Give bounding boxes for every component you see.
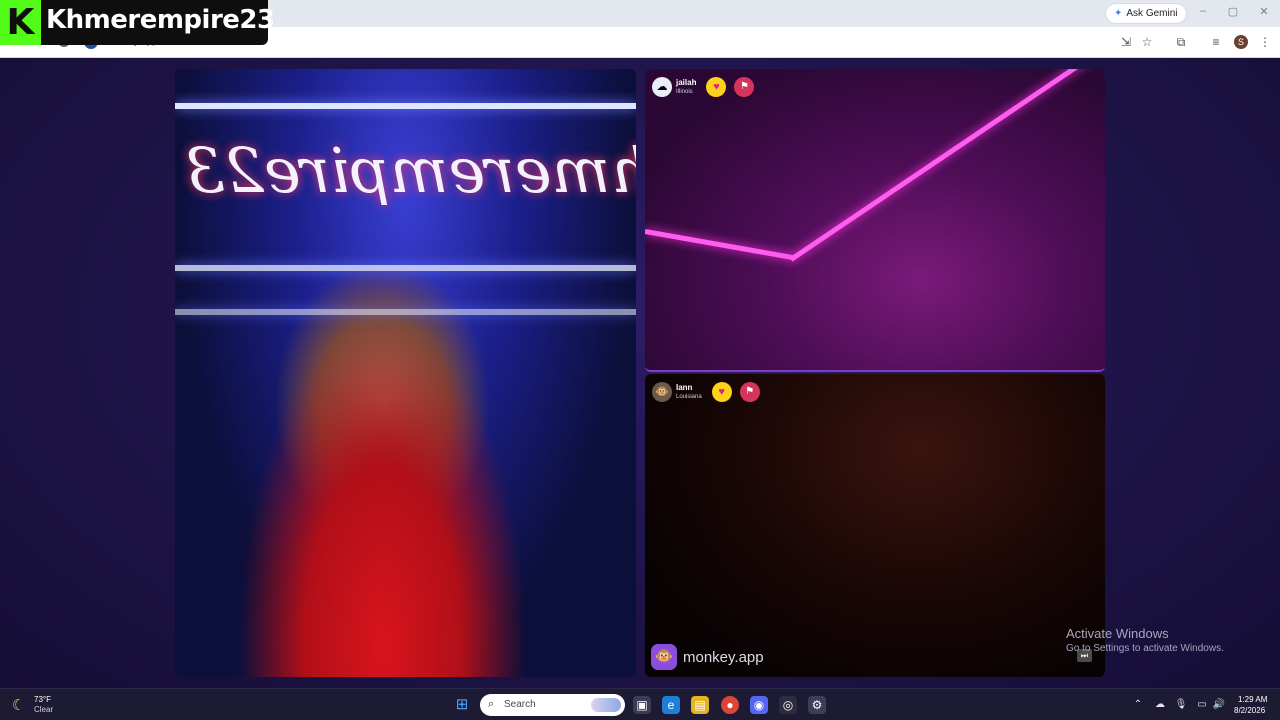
install-app-icon[interactable]: ⇲ <box>1119 35 1133 49</box>
peer-meta: Iann Louisiana <box>676 383 702 401</box>
obs-icon[interactable]: ◎ <box>779 696 797 714</box>
ask-gemini-label: Ask Gemini <box>1126 8 1178 19</box>
microphone-icon[interactable]: 🎙 <box>1174 698 1188 712</box>
peer-location: Louisiana <box>676 394 702 400</box>
media-control-icon[interactable]: ≡ <box>1209 35 1223 49</box>
clock-date[interactable]: 8/2/2026 <box>1234 706 1265 715</box>
peer-name: Iann <box>676 383 693 392</box>
report-flag-icon[interactable]: ⚑ <box>734 77 755 97</box>
kick-logo: K <box>0 0 41 45</box>
extensions-icon[interactable]: ⧉ <box>1174 35 1188 49</box>
peer-location: Illinois <box>676 89 693 95</box>
self-video-tile: Khmerempire23 <box>175 69 636 677</box>
minimize-button[interactable]: – <box>1196 5 1210 17</box>
peer-avatar: ☁ <box>652 77 672 97</box>
heart-icon[interactable]: ♥ <box>706 77 727 97</box>
led-strip <box>645 229 794 261</box>
moon-icon[interactable]: ☾ <box>12 696 25 714</box>
settings-gear-icon[interactable]: ⚙ <box>808 696 826 714</box>
tray-overflow-icon[interactable]: ⌃ <box>1131 698 1145 712</box>
heart-icon[interactable]: ♥ <box>711 382 732 402</box>
menu-kebab-icon[interactable]: ⋮ <box>1258 35 1272 49</box>
activate-windows-subtitle: Go to Settings to activate Windows. <box>1066 643 1224 654</box>
search-highlight-image <box>591 698 621 712</box>
monkey-app-name: monkey.app <box>683 648 764 666</box>
volume-icon[interactable]: 🔊 <box>1212 698 1226 712</box>
peer-avatar: 🐵 <box>652 382 672 402</box>
peer-user-chip[interactable]: ☁ jailah Illinois ♥ ⚑ <box>652 76 755 98</box>
ask-gemini-button[interactable]: ✦ Ask Gemini <box>1106 4 1186 23</box>
neon-light-strip <box>175 265 636 271</box>
file-explorer-icon[interactable]: ▤ <box>691 696 709 714</box>
streamer-name: Khmerempire23 <box>46 5 275 35</box>
maximize-button[interactable]: ▢ <box>1226 5 1240 18</box>
monkey-app-page: Khmerempire23 ☁ jailah Illinois ♥ ⚑ 🐵 Ia… <box>0 58 1280 688</box>
taskbar-search[interactable]: ⌕ Search <box>480 694 625 716</box>
windows-taskbar: ☾ 73°F Clear ⊞ ⌕ Search ▣ e ▤ ● ◉ ◎ ⚙ ⌃ … <box>0 688 1280 720</box>
peer-video-tile-bottom: 🐵 Iann Louisiana ♥ ⚑ <box>645 374 1105 677</box>
peer-video-tile-top: ☁ jailah Illinois ♥ ⚑ <box>645 69 1105 372</box>
weather-condition[interactable]: Clear <box>34 705 53 714</box>
led-strip <box>789 69 1091 262</box>
profile-avatar[interactable]: S <box>1234 35 1248 49</box>
report-flag-icon[interactable]: ⚑ <box>739 382 760 402</box>
peer-meta: jailah Illinois <box>676 78 696 96</box>
peer-user-chip[interactable]: 🐵 Iann Louisiana ♥ ⚑ <box>652 381 760 403</box>
windows-start-icon[interactable]: ⊞ <box>453 696 471 714</box>
weather-temp[interactable]: 73°F <box>34 695 51 704</box>
monkey-app-brand: 🐵 monkey.app <box>651 644 764 670</box>
neon-sign: Khmerempire23 <box>185 134 636 207</box>
bookmark-star-icon[interactable]: ☆ <box>1140 35 1154 49</box>
neon-light-strip <box>175 309 636 315</box>
close-button[interactable]: ✕ <box>1257 5 1271 18</box>
chrome-icon[interactable]: ● <box>721 696 739 714</box>
activate-windows-title: Activate Windows <box>1066 626 1169 641</box>
monkey-logo-icon: 🐵 <box>651 644 677 670</box>
network-icon[interactable]: ▭ <box>1195 698 1209 712</box>
edge-icon[interactable]: e <box>662 696 680 714</box>
streamer-overlay-badge: K Khmerempire23 <box>0 0 275 45</box>
discord-icon[interactable]: ◉ <box>750 696 768 714</box>
task-view-icon[interactable]: ▣ <box>633 696 651 714</box>
neon-light-strip <box>175 103 636 109</box>
search-placeholder: Search <box>504 699 536 710</box>
gemini-star-icon: ✦ <box>1114 8 1123 19</box>
search-icon: ⌕ <box>488 698 495 710</box>
clock-time[interactable]: 1:29 AM <box>1238 695 1267 704</box>
onedrive-cloud-icon[interactable]: ☁ <box>1153 698 1167 712</box>
peer-name: jailah <box>676 78 697 87</box>
